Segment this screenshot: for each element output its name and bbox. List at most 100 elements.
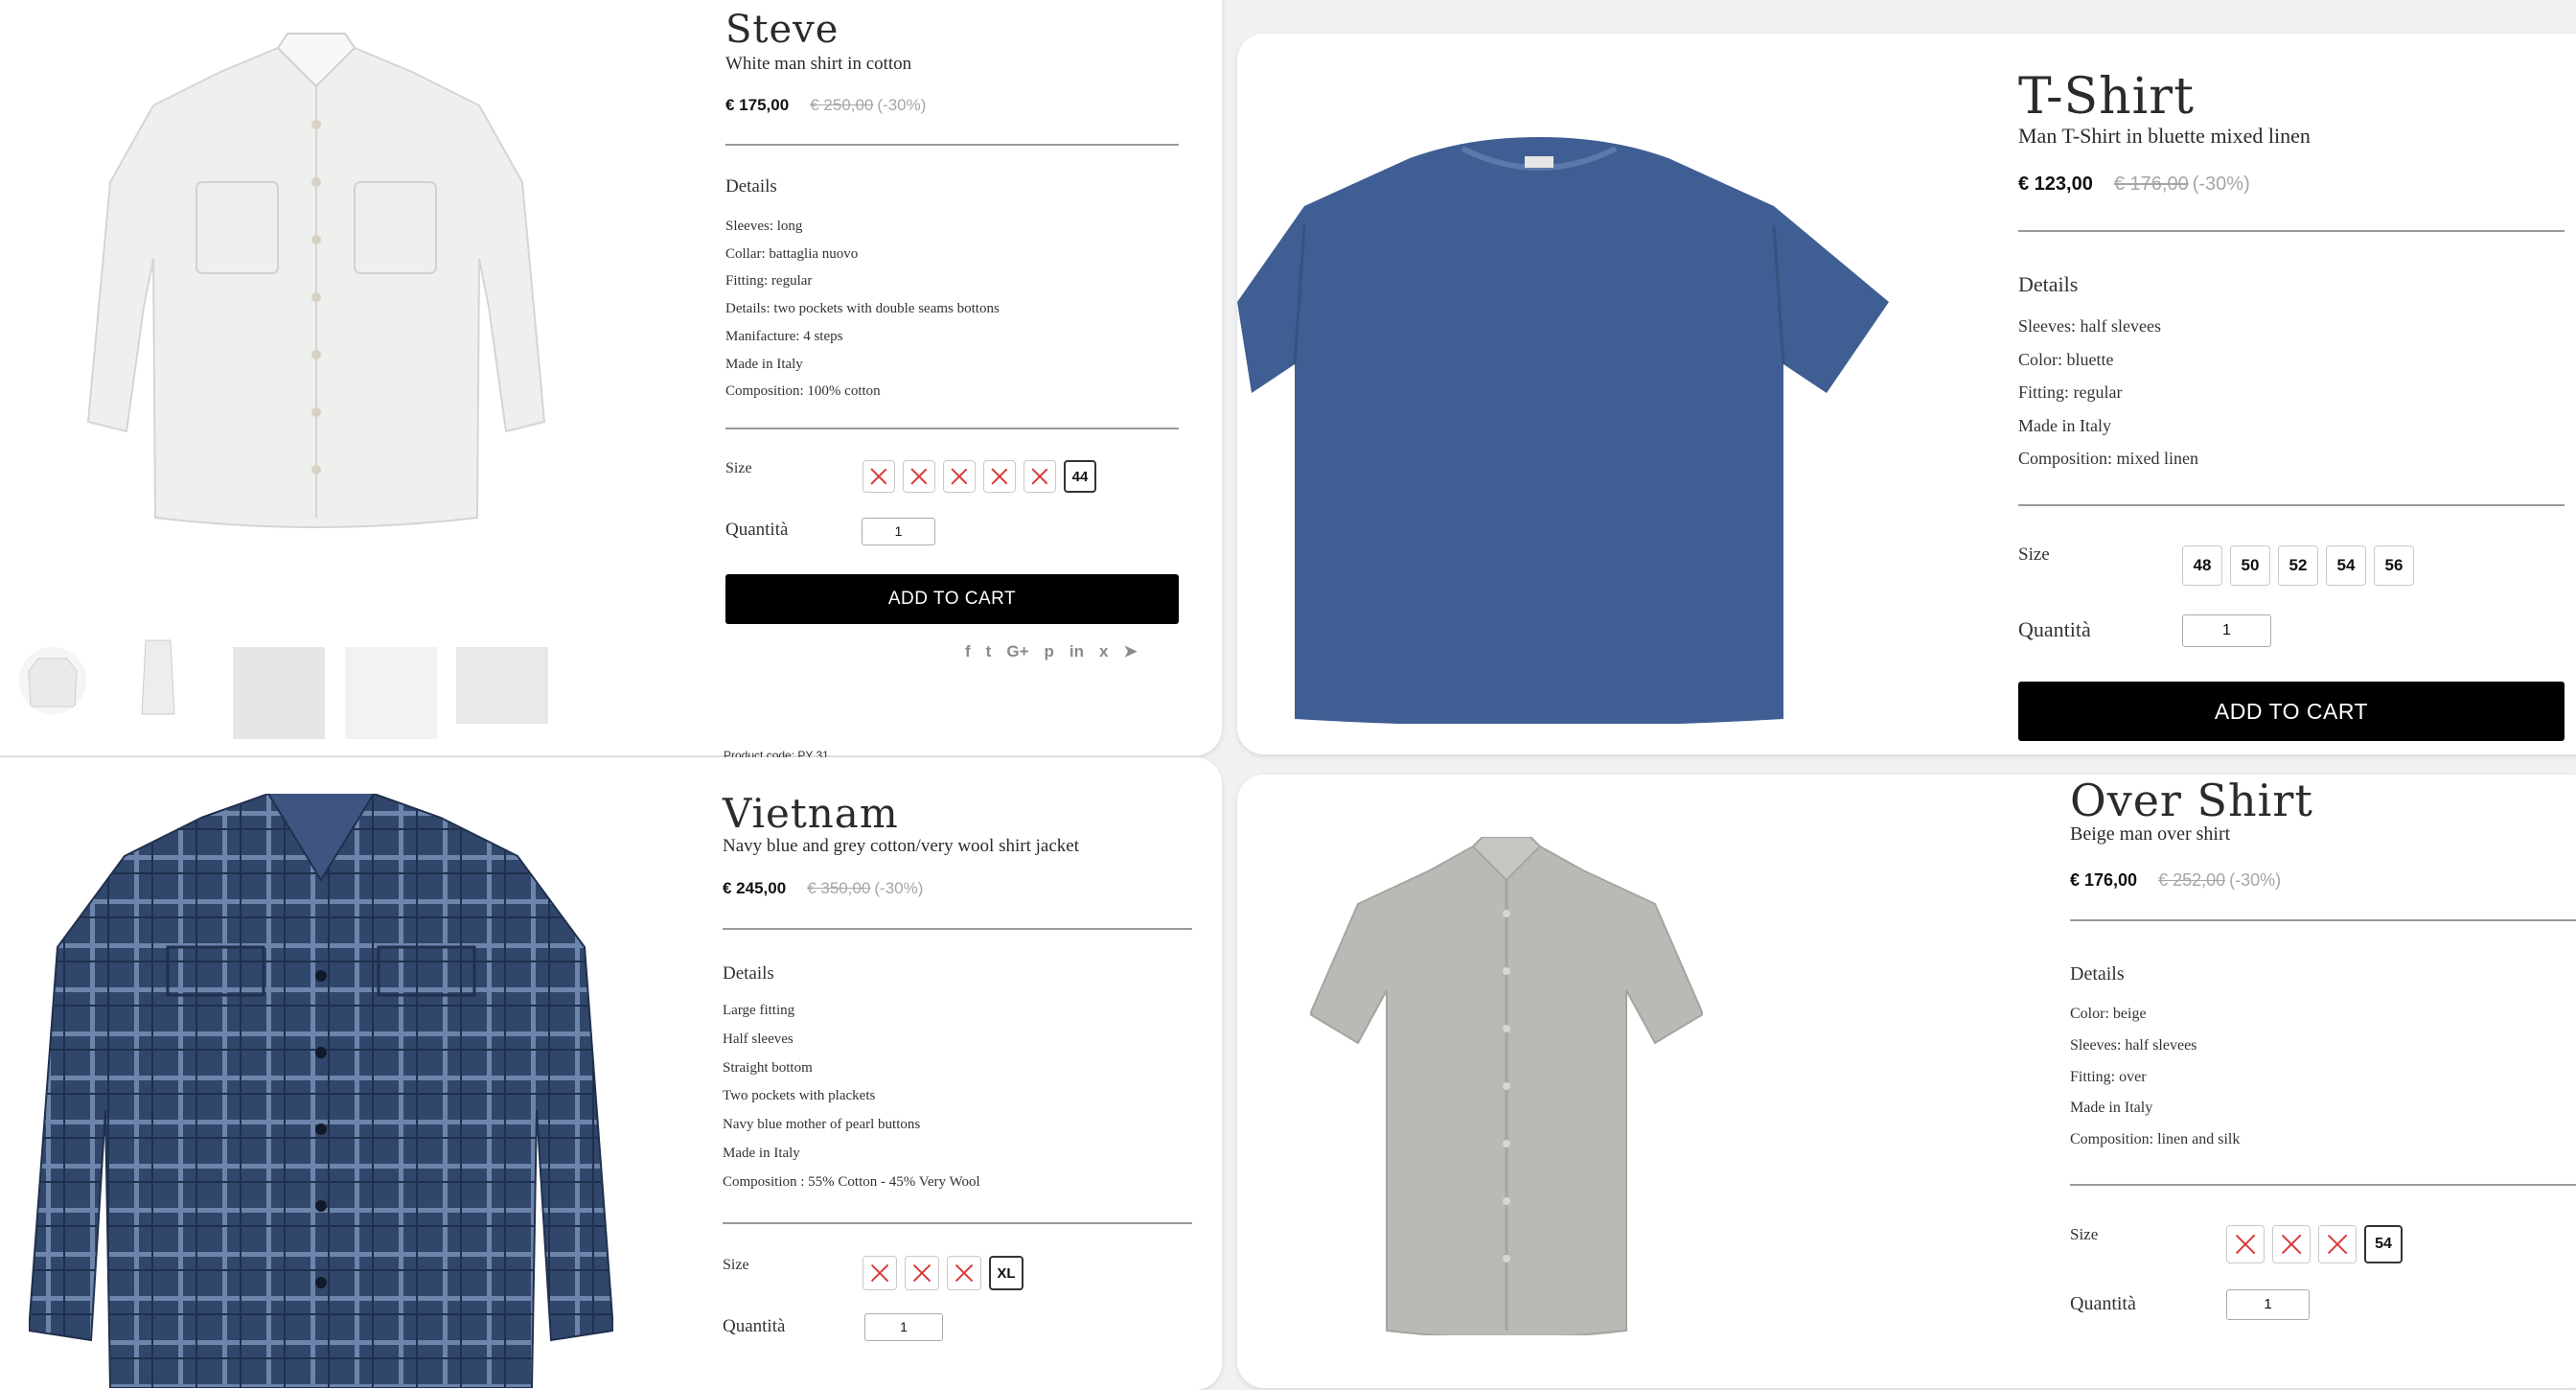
detail-item: Composition: 100% cotton [725, 383, 881, 400]
detail-item: Fitting: over [2070, 1068, 2147, 1085]
detail-item: Made in Italy [725, 356, 803, 372]
vietnam-details-list: Large fitting Half sleeves Straight bott… [723, 997, 980, 1197]
steve-share-icons: f t G+ p in x ➤ [965, 642, 1138, 661]
vietnam-product-image [29, 794, 613, 1388]
detail-item: Sleeves: half slevees [2018, 316, 2161, 336]
current-price: € 245,00 [723, 879, 787, 897]
detail-item: Composition : 55% Cotton - 45% Very Wool [723, 1173, 980, 1190]
detail-item: Composition: mixed linen [2018, 449, 2198, 468]
divider [2018, 504, 2564, 506]
size-option-xl[interactable]: XL [989, 1256, 1024, 1290]
detail-item: Composition: linen and silk [2070, 1131, 2241, 1148]
tshirt-details-list: Sleeves: half slevees Color: bluette Fit… [2018, 310, 2198, 475]
size-option-50[interactable]: 50 [2230, 545, 2270, 586]
tshirt-subtitle: Man T-Shirt in bluette mixed linen [2018, 124, 2311, 148]
old-price: € 350,00 [807, 879, 871, 897]
telegram-icon[interactable]: ➤ [1123, 642, 1137, 661]
overshirt-quantity-label: Quantità [2070, 1293, 2136, 1314]
steve-thumbnail-3[interactable] [233, 647, 325, 739]
steve-details-list: Sleeves: long Collar: battaglia nuovo Fi… [725, 213, 1000, 405]
detail-item: Made in Italy [2018, 415, 2111, 435]
vietnam-size-options: XL [862, 1256, 1024, 1290]
divider [725, 428, 1179, 429]
size-option-unavailable [943, 460, 976, 493]
size-option-unavailable [903, 460, 935, 493]
size-option-unavailable [1024, 460, 1056, 493]
old-price: € 252,00 [2158, 870, 2226, 890]
tshirt-quantity-input[interactable]: 1 [2182, 614, 2271, 647]
detail-item: Fitting: regular [2018, 382, 2123, 402]
detail-item: Half sleeves [723, 1031, 794, 1047]
tshirt-size-options: 48 50 52 54 56 [2182, 545, 2414, 586]
size-option-54[interactable]: 54 [2326, 545, 2366, 586]
overshirt-size-options: 54 [2226, 1225, 2403, 1263]
detail-item: Two pockets with plackets [723, 1088, 876, 1104]
vietnam-subtitle: Navy blue and grey cotton/very wool shir… [723, 836, 1079, 856]
twitter-icon[interactable]: t [986, 642, 992, 661]
steve-size-label: Size [725, 460, 752, 476]
size-option-52[interactable]: 52 [2278, 545, 2318, 586]
detail-item: Made in Italy [723, 1145, 800, 1161]
overshirt-details-heading: Details [2070, 963, 2125, 985]
discount: (-30%) [877, 96, 927, 114]
facebook-icon[interactable]: f [965, 642, 971, 661]
tshirt-price: € 123,00 € 176,00 (-30%) [2018, 174, 2250, 196]
tshirt-product-image [1237, 137, 1889, 724]
pinterest-icon[interactable]: p [1045, 642, 1054, 661]
steve-product-image [86, 33, 546, 528]
steve-quantity-input[interactable]: 1 [862, 518, 935, 545]
size-option-unavailable [905, 1256, 939, 1290]
steve-title: Steve [725, 8, 840, 52]
steve-quantity-label: Quantità [725, 520, 789, 540]
discount: (-30%) [874, 879, 924, 897]
vietnam-price: € 245,00 € 350,00 (-30%) [723, 879, 923, 898]
discount: (-30%) [2192, 174, 2250, 195]
size-option-44[interactable]: 44 [1064, 460, 1096, 493]
detail-item: Made in Italy [2070, 1100, 2153, 1117]
detail-item: Navy blue mother of pearl buttons [723, 1117, 921, 1133]
tshirt-details-heading: Details [2018, 272, 2079, 296]
overshirt-title: Over Shirt [2070, 775, 2313, 826]
steve-thumbnail-1[interactable] [19, 647, 86, 714]
current-price: € 123,00 [2018, 174, 2093, 195]
tshirt-quantity-label: Quantità [2018, 617, 2091, 641]
vietnam-details-heading: Details [723, 963, 774, 984]
steve-add-to-cart-button[interactable]: ADD TO CART [725, 574, 1179, 624]
steve-price: € 175,00 € 250,00 (-30%) [725, 96, 926, 115]
vietnam-quantity-input[interactable]: 1 [864, 1313, 943, 1341]
divider [723, 928, 1192, 930]
current-price: € 176,00 [2070, 870, 2138, 890]
overshirt-price: € 176,00 € 252,00 (-30%) [2070, 870, 2281, 891]
linkedin-icon[interactable]: in [1070, 642, 1084, 661]
tshirt-title: T-Shirt [2018, 68, 2196, 126]
vietnam-title: Vietnam [723, 790, 899, 837]
size-option-unavailable [2272, 1225, 2311, 1263]
size-option-56[interactable]: 56 [2374, 545, 2414, 586]
size-option-54[interactable]: 54 [2364, 1225, 2403, 1263]
size-option-48[interactable]: 48 [2182, 545, 2222, 586]
detail-item: Collar: battaglia nuovo [725, 245, 859, 262]
vietnam-size-label: Size [723, 1257, 749, 1273]
current-price: € 175,00 [725, 96, 790, 114]
steve-thumbnail-5[interactable] [456, 647, 548, 724]
detail-item: Straight bottom [723, 1059, 813, 1076]
detail-item: Details: two pockets with double seams b… [725, 301, 1000, 317]
old-price: € 250,00 [810, 96, 874, 114]
google-plus-icon[interactable]: G+ [1006, 642, 1028, 661]
tshirt-add-to-cart-button[interactable]: ADD TO CART [2018, 682, 2564, 741]
steve-thumbnail-2[interactable] [125, 633, 192, 719]
product-card-tshirt: T-Shirt Man T-Shirt in bluette mixed lin… [1237, 34, 2576, 754]
old-price: € 176,00 [2113, 174, 2189, 195]
xing-icon[interactable]: x [1099, 642, 1108, 661]
overshirt-product-image [1310, 837, 1703, 1335]
detail-item: Color: beige [2070, 1006, 2147, 1022]
overshirt-quantity-input[interactable]: 1 [2226, 1289, 2310, 1320]
product-card-vietnam: Vietnam Navy blue and grey cotton/very w… [0, 757, 1222, 1390]
size-option-unavailable [2318, 1225, 2357, 1263]
detail-item: Fitting: regular [725, 273, 813, 290]
divider [723, 1222, 1192, 1224]
divider [2070, 1184, 2576, 1186]
steve-thumbnail-4[interactable] [345, 647, 437, 739]
discount: (-30%) [2229, 870, 2282, 890]
steve-subtitle: White man shirt in cotton [725, 54, 912, 74]
